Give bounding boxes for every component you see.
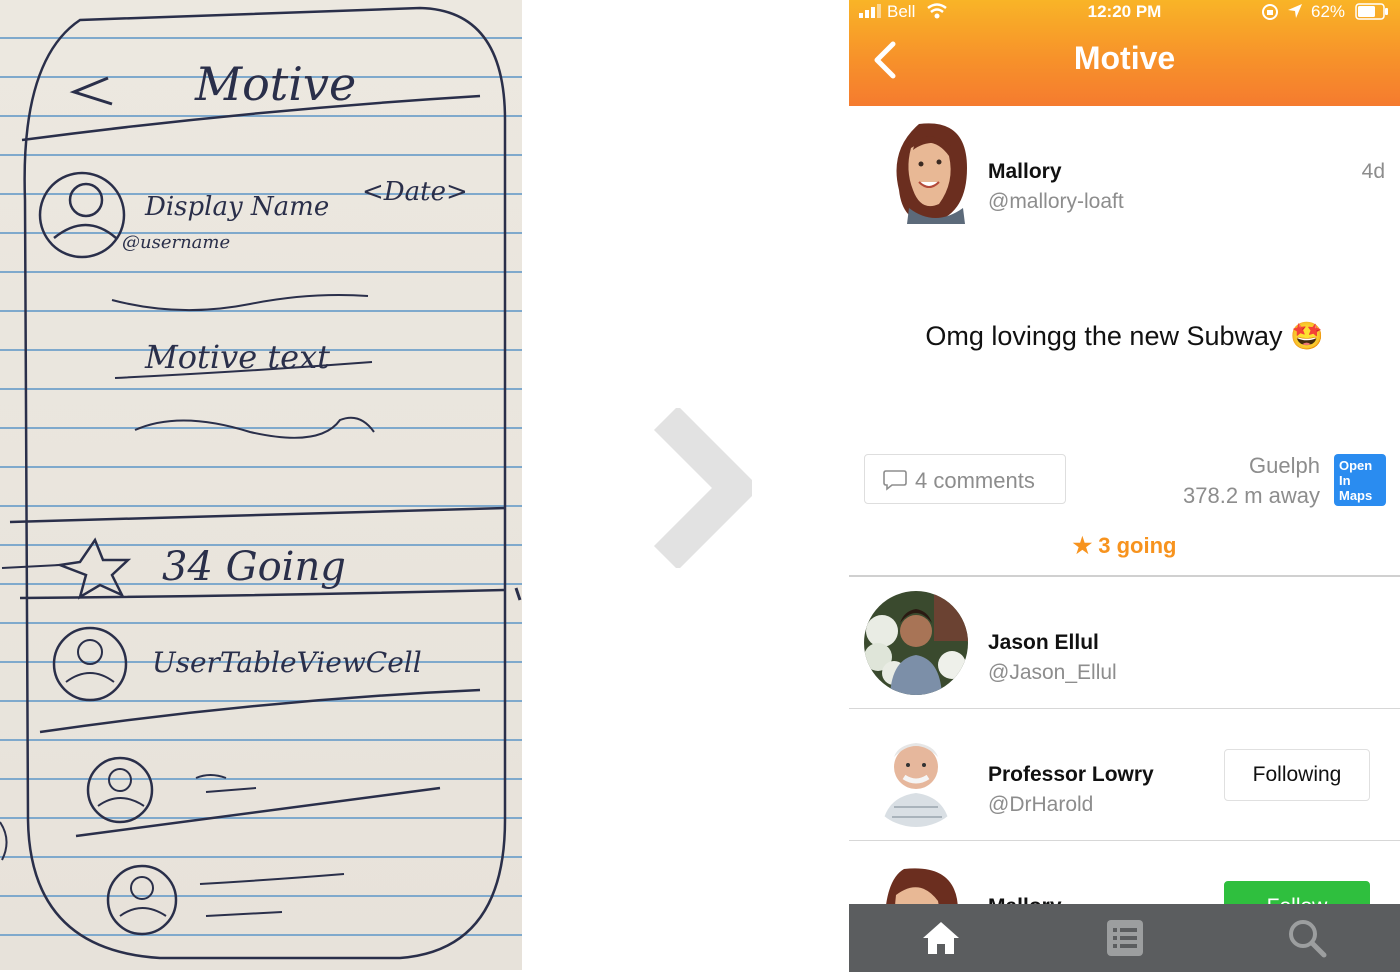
nav-header: Bell 12:20 PM 62% Motive xyxy=(849,0,1400,106)
home-icon[interactable] xyxy=(921,918,961,958)
post-author-avatar[interactable] xyxy=(889,120,969,224)
list-icon[interactable] xyxy=(1105,918,1145,958)
battery-icon xyxy=(1355,3,1388,20)
status-bar: Bell 12:20 PM 62% xyxy=(849,0,1400,24)
going-count[interactable]: ★ 3 going xyxy=(849,533,1400,559)
open-in-maps-button[interactable]: Open In Maps xyxy=(1334,454,1386,506)
sketch-date: <Date> xyxy=(362,177,468,207)
transition-chevron-icon xyxy=(653,408,752,568)
sketch-username: @username xyxy=(122,232,230,253)
search-icon[interactable] xyxy=(1287,918,1327,958)
user-row[interactable]: Jason Ellul @Jason_Ellul xyxy=(849,577,1400,709)
user-row[interactable]: Professor Lowry @DrHarold Following xyxy=(849,709,1400,841)
sketch-title: Motive xyxy=(194,57,356,111)
tab-bar xyxy=(849,904,1400,972)
page-title: Motive xyxy=(1073,40,1176,76)
comment-bubble-icon xyxy=(883,470,907,491)
comments-count: 4 comments xyxy=(915,468,1035,493)
paper-sketch: Motive Display Name <Date> @username Mot… xyxy=(0,0,522,970)
post-date: 4d xyxy=(1361,160,1385,183)
going-label: 3 going xyxy=(1098,533,1177,558)
orientation-lock-icon xyxy=(1262,4,1278,20)
user-avatar xyxy=(864,723,968,827)
phone-screen: Bell 12:20 PM 62% Motive Mallory @mallor… xyxy=(849,0,1400,972)
user-name: Jason Ellul xyxy=(988,631,1099,654)
comments-button[interactable]: 4 comments xyxy=(864,454,1066,504)
sketch-display-name: Display Name xyxy=(144,192,329,222)
post-author-name[interactable]: Mallory xyxy=(988,160,1062,184)
location-arrow-icon xyxy=(1288,4,1302,18)
star-icon: ★ xyxy=(1072,533,1093,558)
sketch-drawing: Motive Display Name <Date> @username Mot… xyxy=(0,6,522,960)
post-author-handle: @mallory-loaft xyxy=(988,190,1124,213)
sketch-user-cell: UserTableViewCell xyxy=(152,646,422,679)
location-name: Guelph xyxy=(1249,453,1320,478)
user-handle: @Jason_Ellul xyxy=(988,661,1117,684)
motive-text: Omg lovingg the new Subway 🤩 xyxy=(925,321,1324,351)
user-avatar xyxy=(864,591,968,695)
battery-percent: 62% xyxy=(1311,2,1346,21)
user-name: Professor Lowry xyxy=(988,763,1154,786)
sketch-going: 34 Going xyxy=(162,544,346,590)
following-button[interactable]: Following xyxy=(1224,749,1370,801)
location-distance: 378.2 m away xyxy=(1183,483,1320,508)
user-handle: @DrHarold xyxy=(988,793,1094,816)
